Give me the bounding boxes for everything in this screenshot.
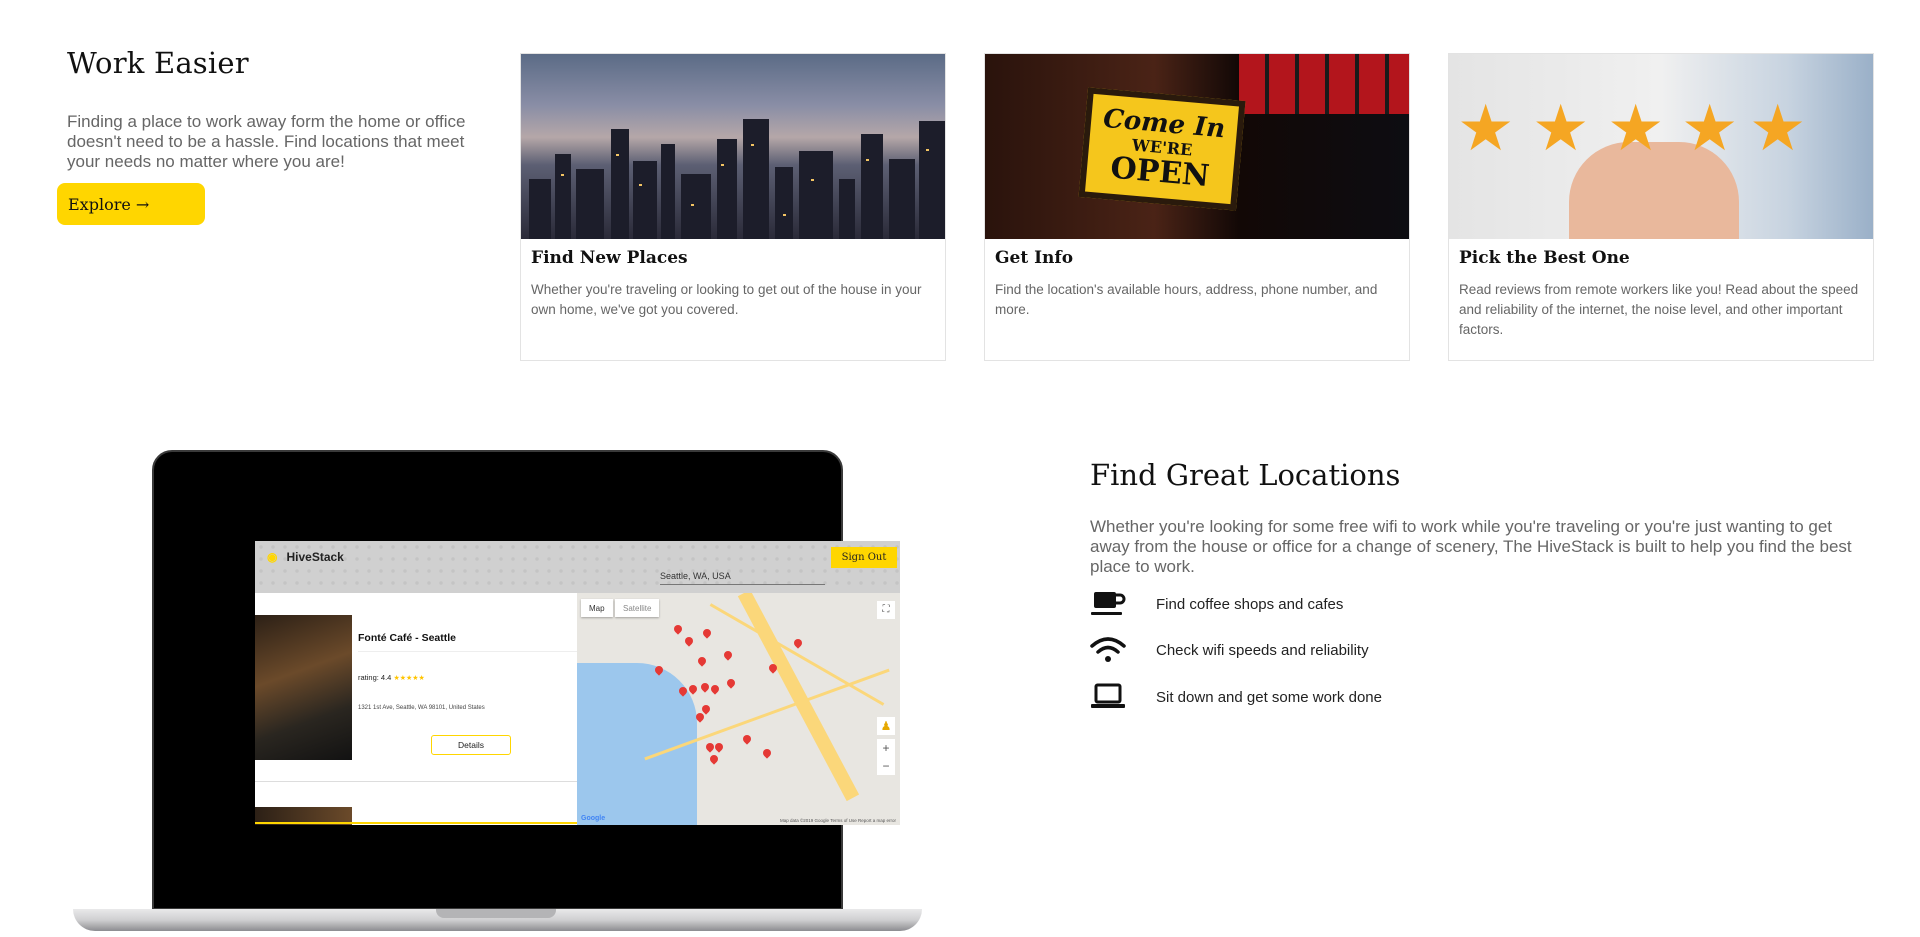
open-sign-image: Come In WE'RE OPEN (985, 54, 1409, 239)
feature-label: Find coffee shops and cafes (1156, 595, 1344, 613)
card-title: Get Info (995, 248, 1074, 268)
card-text: Read reviews from remote workers like yo… (1459, 282, 1859, 337)
app-name: HiveStack (286, 550, 344, 564)
card-text: Find the location's available hours, add… (995, 282, 1378, 317)
feature-item: Check wifi speeds and reliability (1090, 633, 1369, 667)
location-search-input[interactable]: Seattle, WA, USA (660, 571, 825, 585)
app-logo: ◉ HiveStack (267, 550, 344, 564)
map-pin-icon[interactable] (683, 635, 695, 647)
wifi-icon (1090, 635, 1126, 665)
card-title: Pick the Best One (1459, 248, 1630, 268)
feature-label: Sit down and get some work done (1156, 688, 1382, 706)
hero-text: Finding a place to work away form the ho… (67, 112, 466, 171)
listing-rating: rating: 4.4 ★★★★★ (358, 673, 425, 682)
map-pin-icon[interactable] (696, 655, 708, 667)
star-icon: ★ (1532, 92, 1590, 164)
card-get-info: Come In WE'RE OPEN Get Info Find the loc… (984, 53, 1410, 361)
app-header: ◉ HiveStack Sign Out Seattle, WA, USA (255, 541, 900, 593)
zoom-out-button[interactable]: − (877, 757, 895, 775)
google-logo: Google (581, 815, 606, 822)
map-pin-icon[interactable] (713, 741, 725, 753)
card-pick-the-best-one: ★ ★ ★ ★ ★ Pick the Best One Read reviews… (1448, 53, 1874, 361)
feature-label: Check wifi speeds and reliability (1156, 641, 1369, 659)
listing-name: Fonté Café - Seattle (358, 632, 457, 644)
map-pin-icon[interactable] (699, 681, 711, 693)
map-view[interactable]: Map Satellite ⛶ ♟ + − Google Map data ©2… (577, 593, 900, 825)
results-list: Fonté Café - Seattle rating: 4.4 ★★★★★ 1… (255, 593, 577, 825)
card-title: Find New Places (531, 248, 688, 268)
five-stars-image: ★ ★ ★ ★ ★ (1449, 54, 1873, 239)
map-pin-icon[interactable] (701, 627, 713, 639)
map-pin-icon[interactable] (722, 649, 734, 661)
map-attribution: Map data ©2019 Google Terms of Use Repor… (779, 818, 896, 823)
features-title: Find Great Locations (1090, 458, 1401, 492)
sign-line-open: OPEN (1109, 150, 1211, 194)
laptop-mockup: ◉ HiveStack Sign Out Seattle, WA, USA Fo… (73, 450, 922, 937)
app-screenshot: ◉ HiveStack Sign Out Seattle, WA, USA Fo… (255, 541, 900, 825)
map-pin-icon[interactable] (708, 753, 720, 765)
features-section: Find Great Locations Whether you're look… (1090, 458, 1870, 577)
features-text: Whether you're looking for some free wif… (1090, 517, 1852, 576)
coffee-cup-icon (1090, 589, 1126, 619)
star-icon: ★ (1749, 92, 1807, 164)
sign-line-come-in: Come In (1102, 103, 1227, 144)
city-skyline-image (521, 54, 945, 239)
laptop-icon (1090, 682, 1126, 712)
details-button[interactable]: Details (431, 735, 511, 755)
zoom-in-button[interactable]: + (877, 739, 895, 757)
star-icon: ★ (1607, 92, 1665, 164)
fullscreen-icon[interactable]: ⛶ (877, 601, 895, 619)
cafe-photo (255, 615, 352, 760)
map-pin-icon[interactable] (741, 733, 753, 745)
wifi-logo-icon: ◉ (267, 550, 278, 564)
star-icon: ★ (1681, 92, 1739, 164)
map-pin-icon[interactable] (672, 623, 684, 635)
feature-item: Sit down and get some work done (1090, 680, 1382, 714)
hero-title: Work Easier (67, 46, 249, 80)
explore-button[interactable]: Explore → (57, 183, 205, 225)
street-view-icon[interactable]: ♟ (877, 717, 895, 735)
listing-address: 1321 1st Ave, Seattle, WA 98101, United … (358, 705, 485, 711)
card-find-new-places: Find New Places Whether you're traveling… (520, 53, 946, 361)
map-tab-satellite[interactable]: Satellite (615, 599, 660, 617)
sign-out-button[interactable]: Sign Out (831, 547, 897, 568)
laptop-lid: ◉ HiveStack Sign Out Seattle, WA, USA Fo… (152, 450, 900, 910)
star-icon: ★ (1457, 92, 1515, 164)
map-tab-map[interactable]: Map (581, 599, 613, 617)
feature-item: Find coffee shops and cafes (1090, 587, 1343, 621)
map-pin-icon[interactable] (709, 683, 721, 695)
map-pin-icon[interactable] (725, 677, 737, 689)
map-pin-icon[interactable] (792, 637, 804, 649)
hero-section: Work Easier Finding a place to work away… (67, 46, 467, 172)
card-text: Whether you're traveling or looking to g… (531, 282, 922, 317)
rating-stars-icon: ★★★★★ (393, 675, 425, 682)
map-pin-icon[interactable] (761, 747, 773, 759)
laptop-base (73, 909, 922, 931)
